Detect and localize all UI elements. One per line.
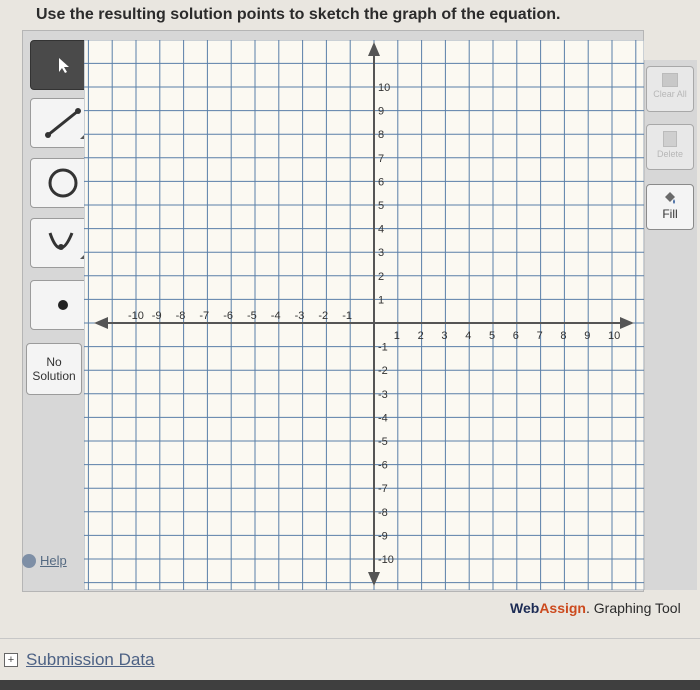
x-tick-label: 4 — [465, 330, 471, 342]
y-tick-label: 2 — [378, 271, 384, 283]
y-tick-label: 5 — [378, 200, 384, 212]
brand-suffix: . Graphing Tool — [586, 600, 681, 616]
help-link[interactable]: Help — [22, 553, 67, 568]
y-tick-label: -5 — [378, 436, 388, 448]
y-tick-label: -6 — [378, 460, 388, 472]
clear-all-button[interactable]: Clear All — [646, 66, 694, 112]
delete-button[interactable]: Delete — [646, 124, 694, 170]
submission-data-label: Submission Data — [26, 650, 155, 669]
brand-web: Web — [510, 600, 540, 616]
coordinate-grid[interactable]: -10 -9 -8 -7 -6 -5 -4 -3 -2 -1 1 2 3 4 5 6 7 8 9 10 10 9 8 7 6 5… — [84, 40, 644, 590]
x-tick-label: -4 — [271, 310, 281, 322]
y-tick-label: -1 — [378, 342, 388, 354]
x-tick-label: 7 — [537, 330, 543, 342]
bottom-bar — [0, 680, 700, 690]
submission-data-link[interactable]: + Submission Data — [4, 650, 155, 670]
circle-icon — [48, 168, 78, 198]
y-tick-label: -9 — [378, 530, 388, 542]
line-icon — [45, 108, 86, 139]
y-tick-label: -7 — [378, 483, 388, 495]
y-tick-label: 9 — [378, 106, 384, 118]
fill-button[interactable]: Fill — [646, 184, 694, 230]
brand-assign: Assign — [539, 600, 586, 616]
x-tick-label: -8 — [176, 310, 186, 322]
y-tick-label: -2 — [378, 365, 388, 377]
y-tick-label: -4 — [378, 412, 388, 424]
x-tick-label: -6 — [223, 310, 233, 322]
y-tick-label: 6 — [378, 176, 384, 188]
y-tick-label: 4 — [378, 224, 384, 236]
x-tick-label: -9 — [152, 310, 162, 322]
x-tick-label: -5 — [247, 310, 257, 322]
point-icon — [58, 300, 68, 310]
y-tick-label: 10 — [378, 82, 390, 94]
y-tick-label: -8 — [378, 507, 388, 519]
x-tick-label: 9 — [584, 330, 590, 342]
expand-icon: + — [4, 653, 18, 667]
divider — [0, 638, 700, 639]
y-tick-label: -3 — [378, 389, 388, 401]
y-tick-label: 8 — [378, 129, 384, 141]
clear-all-label: Clear All — [653, 89, 687, 99]
x-tick-label: 2 — [418, 330, 424, 342]
no-solution-label: No Solution — [32, 355, 76, 383]
fill-label: Fill — [662, 207, 678, 221]
y-tick-label: 3 — [378, 247, 384, 259]
x-tick-label: 10 — [608, 330, 620, 342]
y-tick-label: -10 — [378, 554, 394, 566]
help-label: Help — [40, 553, 67, 568]
x-tick-label: -3 — [295, 310, 305, 322]
x-tick-label: 5 — [489, 330, 495, 342]
pointer-icon — [59, 58, 69, 73]
x-tick-label: 6 — [513, 330, 519, 342]
fill-bucket-icon — [662, 191, 678, 205]
x-tick-label: -2 — [318, 310, 328, 322]
x-tick-label: 3 — [441, 330, 447, 342]
help-icon — [22, 553, 36, 568]
parabola-icon — [48, 232, 86, 259]
x-tick-label: 8 — [560, 330, 566, 342]
y-tick-label: 1 — [378, 294, 384, 306]
no-solution-button[interactable]: No Solution — [26, 343, 82, 395]
webassign-brand: WebAssign. Graphing Tool — [510, 600, 681, 616]
clear-all-icon — [662, 73, 678, 87]
delete-label: Delete — [656, 149, 683, 159]
instruction-text: Use the resulting solution points to ske… — [36, 6, 561, 23]
x-tick-label: -10 — [128, 310, 144, 322]
y-tick-label: 7 — [378, 153, 384, 165]
trash-icon — [663, 131, 677, 147]
x-tick-label: -1 — [342, 310, 352, 322]
x-tick-label: -7 — [199, 310, 209, 322]
x-tick-label: 1 — [394, 330, 400, 342]
